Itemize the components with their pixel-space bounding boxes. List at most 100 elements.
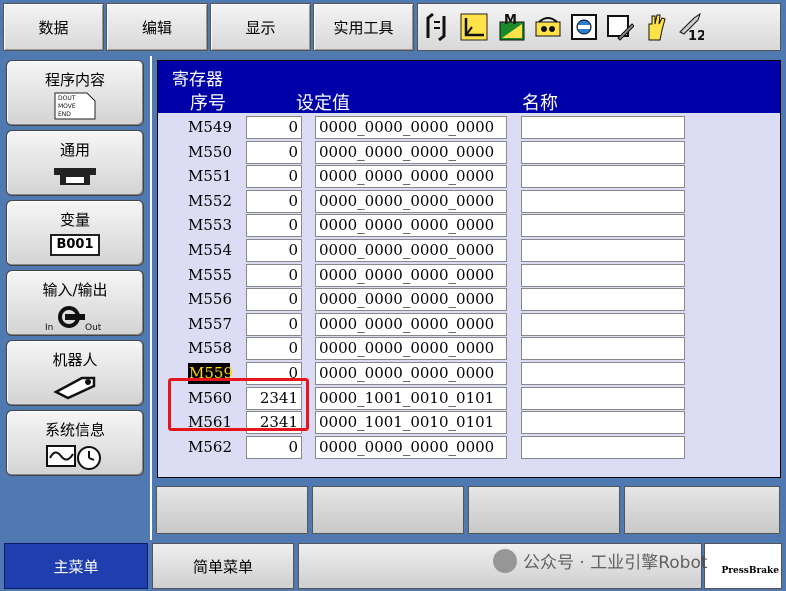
table-row[interactable]: M556 0 0000_0000_0000_0000: [158, 287, 780, 312]
security-level-icon[interactable]: [534, 12, 562, 42]
register-id: M551: [188, 167, 232, 186]
nav-system-info[interactable]: 系统信息: [6, 410, 144, 476]
simple-menu-button[interactable]: 简单菜单: [152, 543, 294, 589]
frame-axis-icon[interactable]: [460, 12, 488, 42]
io-connector-icon: In Out: [45, 306, 102, 332]
register-binary-field[interactable]: 0000_0000_0000_0000: [315, 140, 507, 164]
register-name-field[interactable]: [521, 288, 685, 312]
table-row[interactable]: M558 0 0000_0000_0000_0000: [158, 336, 780, 361]
register-name-field[interactable]: [521, 239, 685, 262]
menu-utility-button[interactable]: 实用工具: [313, 3, 414, 51]
watermark: 公众号 · 工业引擎Robot: [493, 548, 708, 573]
register-name-field[interactable]: [521, 165, 685, 189]
register-id: M555: [188, 265, 232, 284]
register-value-field[interactable]: 0: [246, 189, 302, 213]
edit-lock-icon[interactable]: [606, 12, 634, 42]
register-value-field[interactable]: 0: [246, 337, 302, 361]
io-out-label: Out: [85, 323, 102, 332]
register-name-field[interactable]: [521, 140, 685, 164]
register-binary-field[interactable]: 0000_1001_0010_0101: [315, 386, 507, 410]
register-value-field[interactable]: 0: [246, 263, 302, 287]
register-name-field[interactable]: [521, 337, 685, 361]
nav-program-content[interactable]: 程序内容 DOUT MOVE END: [6, 60, 144, 126]
table-row[interactable]: M549 0 0000_0000_0000_0000: [158, 115, 780, 139]
register-binary-field[interactable]: 0000_0000_0000_0000: [315, 239, 507, 262]
register-value-field[interactable]: 0: [246, 165, 302, 189]
register-name-field[interactable]: [521, 189, 685, 213]
nav-general-label: 通用: [59, 141, 90, 159]
nav-io[interactable]: 输入/输出 In Out: [6, 270, 144, 336]
register-value-field[interactable]: 0: [246, 116, 302, 139]
register-binary-field[interactable]: 0000_0000_0000_0000: [315, 165, 507, 189]
function-key-3[interactable]: [468, 486, 620, 534]
register-binary-field[interactable]: 0000_0000_0000_0000: [315, 116, 507, 139]
table-row[interactable]: M554 0 0000_0000_0000_0000: [158, 238, 780, 262]
register-id: M554: [188, 241, 232, 259]
nav-robot[interactable]: 机器人: [6, 340, 144, 406]
nav-program-content-label: 程序内容: [44, 71, 105, 89]
nav-io-label: 输入/输出: [42, 281, 108, 299]
nav-robot-label: 机器人: [52, 351, 98, 369]
register-id: M553: [188, 216, 232, 235]
hand-icon[interactable]: [642, 12, 670, 42]
table-row[interactable]: M562 0 0000_0000_0000_0000: [158, 435, 780, 459]
program-icon-line-2: MOVE: [58, 103, 76, 110]
register-name-field[interactable]: [521, 362, 685, 385]
function-key-bar: [152, 480, 786, 540]
register-name-field[interactable]: [521, 312, 685, 336]
nav-variable-label: 变量: [59, 211, 90, 229]
register-value-field[interactable]: 0: [246, 140, 302, 164]
register-name-field[interactable]: [521, 116, 685, 139]
status-icon-bar: M 12: [417, 3, 781, 51]
tool-12-icon[interactable]: 12: [676, 12, 704, 42]
register-binary-field[interactable]: 0000_0000_0000_0000: [315, 189, 507, 213]
robot-arm-icon: [53, 376, 96, 400]
register-binary-field[interactable]: 0000_0000_0000_0000: [315, 337, 507, 361]
nav-variable[interactable]: 变量 B001: [6, 200, 144, 266]
table-row[interactable]: M552 0 0000_0000_0000_0000: [158, 189, 780, 213]
register-id: M562: [188, 437, 232, 456]
program-icon-line-1: DOUT: [58, 95, 76, 102]
function-key-1[interactable]: [156, 486, 308, 534]
table-row[interactable]: M557 0 0000_0000_0000_0000: [158, 312, 780, 336]
jog-coordinate-icon[interactable]: [424, 12, 452, 42]
register-value-field[interactable]: 0: [246, 239, 302, 262]
table-row[interactable]: M553 0 0000_0000_0000_0000: [158, 213, 780, 238]
register-binary-field[interactable]: 0000_0000_0000_0000: [315, 312, 507, 336]
register-binary-field[interactable]: 0000_0000_0000_0000: [315, 435, 507, 459]
register-name-field[interactable]: [521, 214, 685, 238]
function-key-4[interactable]: [624, 486, 780, 534]
register-value-field[interactable]: 0: [246, 435, 302, 459]
page-icon[interactable]: [570, 12, 598, 42]
wechat-logo-icon: [493, 548, 517, 573]
tool-number-label: 12: [688, 29, 704, 42]
table-row[interactable]: M550 0 0000_0000_0000_0000: [158, 140, 780, 164]
register-value-field[interactable]: 0: [246, 288, 302, 312]
column-header-number: 序号: [190, 93, 226, 114]
menu-data-button[interactable]: 数据: [3, 3, 104, 51]
io-in-label: In: [45, 323, 53, 332]
menu-edit-button[interactable]: 编辑: [106, 3, 208, 51]
register-binary-field[interactable]: 0000_0000_0000_0000: [315, 362, 507, 385]
register-name-field[interactable]: [521, 263, 685, 287]
main-menu-button[interactable]: 主菜单: [4, 543, 148, 589]
register-binary-field[interactable]: 0000_1001_0010_0101: [315, 411, 507, 435]
column-header-name: 名称: [522, 93, 558, 114]
side-navigation: 程序内容 DOUT MOVE END 通用 变量 B001 输入/输出 In O…: [0, 56, 150, 586]
register-name-field[interactable]: [521, 435, 685, 459]
menu-display-button[interactable]: 显示: [210, 3, 311, 51]
table-row[interactable]: M551 0 0000_0000_0000_0000: [158, 164, 780, 189]
register-binary-field[interactable]: 0000_0000_0000_0000: [315, 288, 507, 312]
register-binary-field[interactable]: 0000_0000_0000_0000: [315, 214, 507, 238]
register-binary-field[interactable]: 0000_0000_0000_0000: [315, 263, 507, 287]
panel-title: 寄存器: [172, 70, 223, 90]
register-value-field[interactable]: 0: [246, 312, 302, 336]
general-tool-icon: [54, 168, 96, 185]
table-row[interactable]: M555 0 0000_0000_0000_0000: [158, 263, 780, 287]
manual-speed-icon[interactable]: M: [498, 12, 526, 42]
function-key-2[interactable]: [312, 486, 464, 534]
register-name-field[interactable]: [521, 411, 685, 435]
register-value-field[interactable]: 0: [246, 214, 302, 238]
nav-general[interactable]: 通用: [6, 130, 144, 196]
register-name-field[interactable]: [521, 386, 685, 410]
